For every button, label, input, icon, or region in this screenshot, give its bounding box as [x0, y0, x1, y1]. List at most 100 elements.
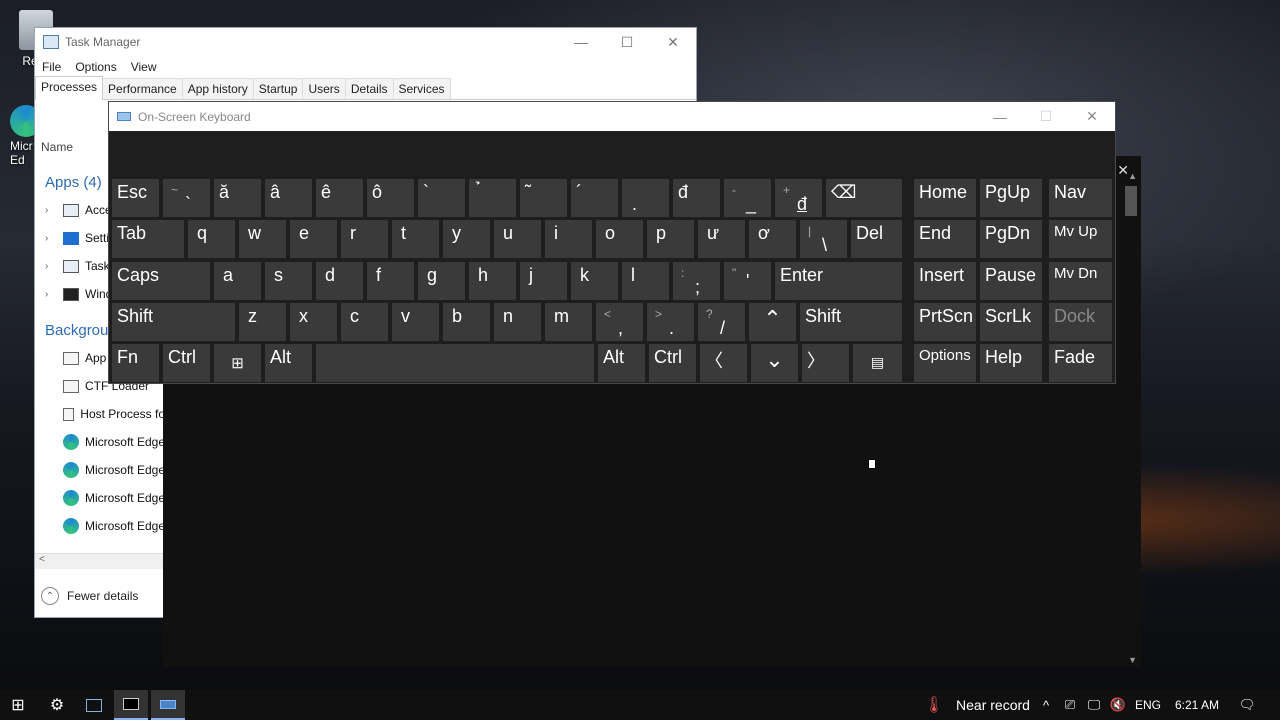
key-u[interactable]: u — [494, 220, 541, 258]
chevron-right-icon[interactable]: › — [45, 233, 61, 244]
thermometer-icon[interactable]: 🌡 — [924, 690, 944, 720]
key-p[interactable]: p — [647, 220, 694, 258]
key-e-circumflex[interactable]: ê — [316, 179, 363, 217]
key-acute[interactable]: ´ — [571, 179, 618, 217]
key-s[interactable]: s — [265, 262, 312, 300]
close-button[interactable]: ✕ — [1069, 102, 1115, 131]
key-pause[interactable]: Pause — [980, 262, 1042, 300]
key-del[interactable]: Del — [851, 220, 902, 258]
minimize-button[interactable]: — — [558, 28, 604, 56]
task-manager-taskbar-button[interactable] — [77, 690, 111, 720]
terminal-taskbar-button[interactable] — [114, 690, 148, 720]
key-dock[interactable]: Dock — [1049, 303, 1112, 341]
key-comma[interactable]: <, — [596, 303, 643, 341]
scroll-up-arrow[interactable]: ▲ — [1128, 171, 1137, 181]
scroll-left-arrow[interactable]: < — [39, 554, 45, 565]
key-u-horn[interactable]: ư — [698, 220, 745, 258]
close-button[interactable]: ✕ — [650, 28, 696, 56]
list-item[interactable]: Host Process fo — [35, 400, 165, 428]
chevron-right-icon[interactable]: › — [45, 289, 61, 300]
key-windows[interactable]: ⊞ — [214, 344, 261, 382]
meet-now-icon[interactable]: ⎚ — [1060, 690, 1080, 720]
key-insert[interactable]: Insert — [914, 262, 976, 300]
scroll-down-arrow[interactable]: ▼ — [1128, 655, 1137, 665]
key-tilde-accent[interactable]: ˜ — [520, 179, 567, 217]
key-a[interactable]: a — [214, 262, 261, 300]
key-semicolon[interactable]: :; — [673, 262, 720, 300]
key-hook[interactable]: ̉ — [469, 179, 516, 217]
key-down-arrow[interactable]: ⌄ — [751, 344, 798, 382]
action-center-icon[interactable]: 🗨 — [1236, 690, 1258, 720]
key-ctrl-right[interactable]: Ctrl — [649, 344, 696, 382]
weather-widget[interactable]: Near record — [952, 690, 1034, 720]
key-w[interactable]: w — [239, 220, 286, 258]
key-quote[interactable]: " ' — [724, 262, 771, 300]
key-a-breve[interactable]: ă — [214, 179, 261, 217]
key-minus[interactable]: - _ — [724, 179, 771, 217]
key-o-horn[interactable]: ơ — [749, 220, 796, 258]
key-caps[interactable]: Caps — [112, 262, 210, 300]
key-n[interactable]: n — [494, 303, 541, 341]
chevron-right-icon[interactable]: › — [45, 261, 61, 272]
key-esc[interactable]: Esc — [112, 179, 159, 217]
key-b[interactable]: b — [443, 303, 490, 341]
key-left-arrow[interactable]: 〈 — [700, 344, 747, 382]
tab-startup[interactable]: Startup — [252, 78, 304, 99]
key-shift-left[interactable]: Shift — [112, 303, 235, 341]
key-l[interactable]: l — [622, 262, 669, 300]
key-t[interactable]: t — [392, 220, 439, 258]
key-tab[interactable]: Tab — [112, 220, 184, 258]
key-options[interactable]: Options — [914, 344, 976, 382]
key-fn[interactable]: Fn — [112, 344, 159, 382]
tab-users[interactable]: Users — [302, 78, 346, 99]
maximize-button[interactable]: ☐ — [604, 28, 650, 56]
minimize-button[interactable]: — — [977, 102, 1023, 131]
key-x[interactable]: x — [290, 303, 337, 341]
key-pgup[interactable]: PgUp — [980, 179, 1042, 217]
key-k[interactable]: k — [571, 262, 618, 300]
key-mv-dn[interactable]: Mv Dn — [1049, 262, 1112, 300]
key-e[interactable]: e — [290, 220, 337, 258]
show-hidden-icons-button[interactable]: ^ — [1038, 690, 1054, 720]
start-button[interactable]: ⊞ — [0, 690, 36, 720]
menu-file[interactable]: File — [42, 60, 61, 74]
key-pgdn[interactable]: PgDn — [980, 220, 1042, 258]
list-item[interactable]: Microsoft Edge — [35, 428, 165, 456]
key-scrlk[interactable]: ScrLk — [980, 303, 1042, 341]
key-ctrl-left[interactable]: Ctrl — [163, 344, 210, 382]
key-shift-right[interactable]: Shift — [800, 303, 902, 341]
settings-taskbar-button[interactable]: ⚙ — [40, 690, 74, 720]
key-equals[interactable]: + đ — [775, 179, 822, 217]
key-menu[interactable]: ▤ — [853, 344, 902, 382]
key-z[interactable]: z — [239, 303, 286, 341]
key-g[interactable]: g — [418, 262, 465, 300]
language-indicator[interactable]: ENG — [1133, 690, 1163, 720]
menu-view[interactable]: View — [131, 60, 157, 74]
key-q[interactable]: q — [188, 220, 235, 258]
key-backslash[interactable]: | \ — [800, 220, 847, 258]
column-header-name[interactable]: Name — [41, 140, 73, 154]
key-backtick[interactable]: ~ ` — [163, 179, 210, 217]
vertical-scrollbar-thumb[interactable] — [1125, 186, 1137, 216]
fewer-details-button[interactable]: ⌃ Fewer details — [41, 586, 138, 606]
key-m[interactable]: m — [545, 303, 592, 341]
key-i[interactable]: i — [545, 220, 592, 258]
volume-muted-icon[interactable]: 🔇 — [1108, 690, 1128, 720]
horizontal-scrollbar[interactable]: < — [35, 553, 165, 569]
key-dot-below[interactable]: . — [622, 179, 669, 217]
key-space[interactable] — [316, 344, 594, 382]
key-j[interactable]: j — [520, 262, 567, 300]
key-fade[interactable]: Fade — [1049, 344, 1112, 382]
key-end[interactable]: End — [914, 220, 976, 258]
list-item[interactable]: Microsoft Edge — [35, 512, 165, 540]
key-d[interactable]: d — [316, 262, 363, 300]
tab-processes[interactable]: Processes — [35, 76, 104, 100]
key-alt-left[interactable]: Alt — [265, 344, 312, 382]
maximize-button[interactable]: ☐ — [1023, 102, 1069, 131]
key-o[interactable]: o — [596, 220, 643, 258]
key-h[interactable]: h — [469, 262, 516, 300]
key-help[interactable]: Help — [980, 344, 1042, 382]
key-enter[interactable]: Enter — [775, 262, 902, 300]
key-r[interactable]: r — [341, 220, 388, 258]
key-f[interactable]: f — [367, 262, 414, 300]
